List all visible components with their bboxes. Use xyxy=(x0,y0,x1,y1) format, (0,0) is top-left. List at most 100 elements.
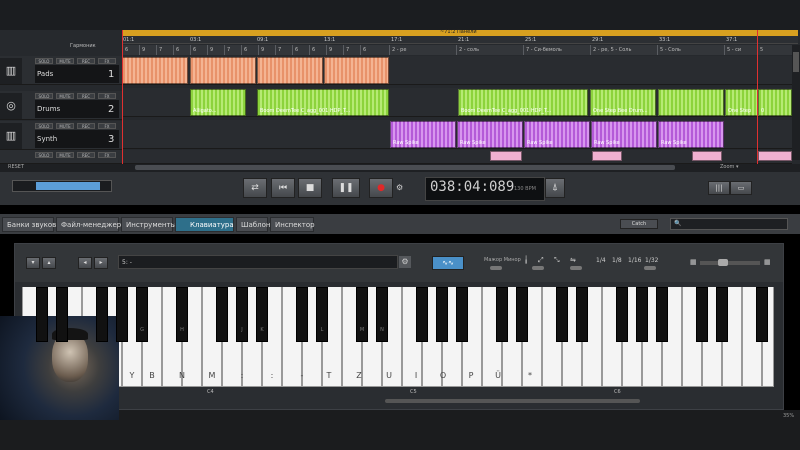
chord-marker[interactable]: 2 - ре xyxy=(389,45,456,55)
audio-clip[interactable]: 0 xyxy=(758,89,792,116)
mute-button[interactable]: MUTE xyxy=(56,58,74,64)
arp-updown-icon[interactable]: ⇋ xyxy=(570,256,576,264)
chord-marker[interactable]: 9 xyxy=(326,45,343,55)
track-lane-pads[interactable] xyxy=(122,56,792,85)
audio-clip[interactable]: One Step xyxy=(725,89,758,116)
mute-button[interactable]: MUTE xyxy=(56,93,74,99)
track-name[interactable]: Pads xyxy=(35,65,119,83)
audio-clip[interactable] xyxy=(490,151,522,161)
black-key[interactable] xyxy=(636,287,648,342)
chord-marker[interactable]: 6 xyxy=(292,45,309,55)
timeline-ruler[interactable]: 01:1 03:1 09:1 13:1 17:1 21:1 25:1 29:1 … xyxy=(122,36,798,44)
arpeggiator-button[interactable]: ∿∿ xyxy=(432,256,464,270)
rec-button[interactable]: REC xyxy=(77,58,95,64)
audio-clip[interactable]: Raw Spike xyxy=(591,121,657,148)
rec-button[interactable]: REC xyxy=(77,152,95,158)
tab-file-manager[interactable]: Файл-менеджер xyxy=(56,217,121,232)
black-key[interactable] xyxy=(616,287,628,342)
reset-button[interactable]: RESET xyxy=(8,164,24,170)
grid-icon[interactable]: ▦ xyxy=(764,258,771,266)
metronome-icon[interactable]: ⍋ xyxy=(545,178,565,198)
black-key[interactable] xyxy=(756,287,768,342)
preset-field[interactable]: 5: - xyxy=(118,255,398,269)
audio-clip[interactable] xyxy=(257,57,323,84)
audio-clip[interactable] xyxy=(190,57,256,84)
audio-clip[interactable]: Raw Spike xyxy=(390,121,456,148)
track-lane-synth[interactable]: Raw Spike Raw Spike Raw Spike Raw Spike … xyxy=(122,120,792,149)
track-name[interactable]: Drums xyxy=(35,100,119,118)
arp-down-icon[interactable]: ⤡ xyxy=(554,256,560,265)
audio-clip[interactable]: Raw Spike xyxy=(457,121,523,148)
audio-clip[interactable]: Boom DeemTee C_agg_001 HDP_T... xyxy=(257,89,389,116)
horizontal-scroll-thumb[interactable] xyxy=(135,165,675,170)
keyboard-view-button[interactable]: ▭ xyxy=(730,181,752,195)
solo-button[interactable]: SOLO xyxy=(35,152,53,158)
black-key[interactable] xyxy=(376,287,388,342)
catch-button[interactable]: Catch xyxy=(620,219,658,229)
track-lane-drums[interactable]: Alligato... Boom DeemTee C_agg_001 HDP_T… xyxy=(122,88,792,117)
audio-clip[interactable]: Boom DeemTee C_agg_001 HDP_T... xyxy=(458,89,588,116)
fx-button[interactable]: FX xyxy=(98,152,116,158)
track-header-pads[interactable]: ▥ SOLO MUTE REC FX Pads 1 xyxy=(0,56,122,85)
chord-marker[interactable]: 7 xyxy=(343,45,360,55)
black-key[interactable] xyxy=(696,287,708,342)
black-key[interactable] xyxy=(96,287,108,342)
go-to-start-button[interactable]: ⏮ xyxy=(271,178,295,198)
chord-marker[interactable]: 6 xyxy=(241,45,258,55)
rec-button[interactable]: REC xyxy=(77,123,95,129)
octave-up-button[interactable]: ▴ xyxy=(42,257,56,269)
solo-button[interactable]: SOLO xyxy=(35,93,53,99)
record-settings-icon[interactable]: ⚙ xyxy=(396,183,403,192)
track-lane-4[interactable] xyxy=(122,150,792,164)
grid-icon[interactable]: ▦ xyxy=(690,258,697,266)
black-key[interactable] xyxy=(176,287,188,342)
chord-marker[interactable]: 9 xyxy=(207,45,224,55)
velocity-slider[interactable] xyxy=(700,261,760,265)
black-key[interactable] xyxy=(316,287,328,342)
audio-clip[interactable] xyxy=(758,151,792,161)
solo-button[interactable]: SOLO xyxy=(35,58,53,64)
chord-marker[interactable]: 2 - ре, 5 - Соль xyxy=(590,45,657,55)
black-key[interactable] xyxy=(456,287,468,342)
audio-clip[interactable] xyxy=(692,151,722,161)
audio-clip[interactable] xyxy=(592,151,622,161)
gear-icon[interactable]: ⚙ xyxy=(399,256,411,268)
tab-template[interactable]: Шаблон xyxy=(236,217,270,232)
audio-clip[interactable]: Raw Spike xyxy=(524,121,590,148)
black-key[interactable] xyxy=(716,287,728,342)
arp-direction-slider[interactable] xyxy=(570,266,582,270)
fx-button[interactable]: FX xyxy=(98,58,116,64)
chord-marker[interactable]: 9 xyxy=(139,45,156,55)
scale-mode-slider[interactable] xyxy=(490,266,502,270)
division-sixteenth[interactable]: 1/16 xyxy=(628,257,641,264)
division-slider[interactable] xyxy=(644,266,656,270)
fx-button[interactable]: FX xyxy=(98,123,116,129)
black-key[interactable] xyxy=(116,287,128,342)
note-length-icon[interactable]: ╽ xyxy=(524,256,528,264)
chord-marker[interactable]: 7 - Си-бемоль xyxy=(523,45,590,55)
black-key[interactable] xyxy=(296,287,308,342)
black-key[interactable] xyxy=(656,287,668,342)
chord-marker[interactable]: 5 - си xyxy=(724,45,757,55)
stop-button[interactable]: ■ xyxy=(298,178,322,198)
pause-button[interactable]: ❚❚ xyxy=(332,178,360,198)
mute-button[interactable]: MUTE xyxy=(56,123,74,129)
chord-marker[interactable]: 9 xyxy=(258,45,275,55)
mixer-view-button[interactable]: ||| xyxy=(708,181,730,195)
audio-clip[interactable]: One Step Bee Drum... xyxy=(590,89,656,116)
chord-marker[interactable]: 7 xyxy=(224,45,241,55)
loop-button[interactable]: ⇄ xyxy=(243,178,267,198)
tab-inspector[interactable]: Инспектор xyxy=(270,217,315,232)
chord-marker[interactable]: 6 xyxy=(122,45,139,55)
solo-button[interactable]: SOLO xyxy=(35,123,53,129)
track-name[interactable]: Synth xyxy=(35,130,119,148)
chord-marker[interactable]: 6 xyxy=(360,45,389,55)
fx-button[interactable]: FX xyxy=(98,93,116,99)
tab-keyboard[interactable]: Клавиатура xyxy=(175,217,234,232)
black-key[interactable] xyxy=(436,287,448,342)
division-quarter[interactable]: 1/4 xyxy=(596,257,606,264)
black-key[interactable] xyxy=(416,287,428,342)
audio-clip[interactable] xyxy=(658,89,724,116)
chord-marker[interactable]: 7 xyxy=(275,45,292,55)
audio-clip[interactable] xyxy=(122,57,188,84)
